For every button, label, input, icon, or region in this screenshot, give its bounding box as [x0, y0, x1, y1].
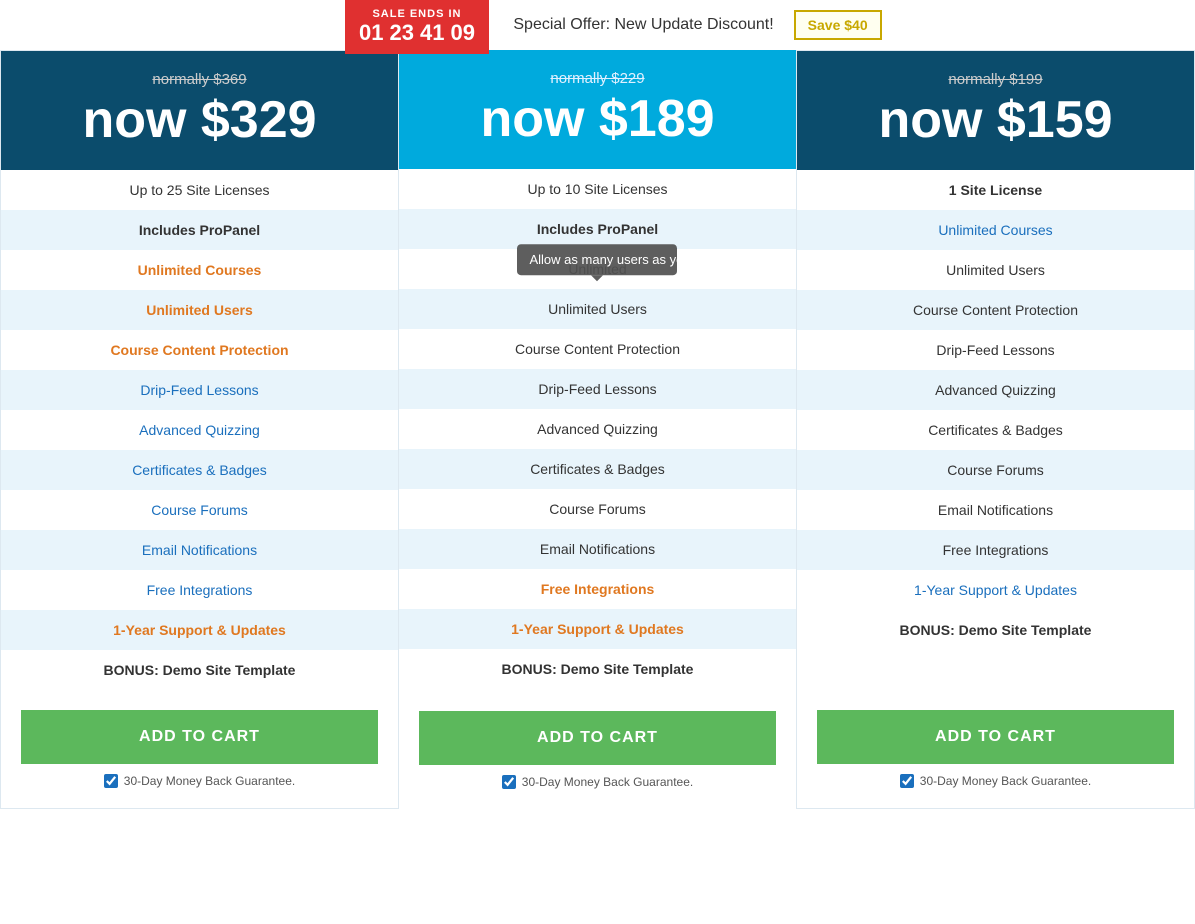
timer-digits: 01 23 41 09 [359, 20, 475, 46]
feature-1-integrations: Free Integrations [797, 530, 1194, 570]
feature-1-quizzing: Advanced Quizzing [797, 370, 1194, 410]
feature-bonus: BONUS: Demo Site Template [1, 650, 398, 690]
feature-1-unlimited-courses: Unlimited Courses [797, 210, 1194, 250]
feature-10-content-protection: Course Content Protection [399, 329, 796, 369]
timer-minutes: 23 [389, 20, 413, 46]
feature-quizzing: Advanced Quizzing [1, 410, 398, 450]
feature-10-propanel: Includes ProPanel [399, 209, 796, 249]
feature-support: 1-Year Support & Updates [1, 610, 398, 650]
plan-1-license: normally $199 now $159 1 Site License Un… [796, 50, 1195, 809]
add-to-cart-button-1[interactable]: ADD TO CART [817, 710, 1174, 764]
pricing-table: normally $369 now now $329$329 Up to 25 … [0, 50, 1195, 809]
add-to-cart-button-10[interactable]: ADD TO CART [419, 711, 776, 765]
top-bar: SALE ENDS IN 01 23 41 09 Special Offer: … [0, 0, 1195, 50]
feature-10-support: 1-Year Support & Updates [399, 609, 796, 649]
sale-timer: SALE ENDS IN 01 23 41 09 [345, 0, 489, 54]
feature-1-support: 1-Year Support & Updates [797, 570, 1194, 610]
feature-10-bonus: BONUS: Demo Site Template [399, 649, 796, 689]
plan-1-footer: ADD TO CART 30-Day Money Back Guarantee. [797, 690, 1194, 808]
plan-10-current-price: now $189 [419, 93, 776, 145]
feature-1-unlimited-users: Unlimited Users [797, 250, 1194, 290]
plan-10-footer: ADD TO CART 30-Day Money Back Guarantee. [399, 691, 796, 809]
feature-10-forums: Course Forums [399, 489, 796, 529]
timer-hours: 01 [359, 20, 383, 46]
plan-10-original-price: normally $229 [419, 70, 776, 87]
feature-unlimited-users: Unlimited Users [1, 290, 398, 330]
plan-1-features: 1 Site License Unlimited Courses Unlimit… [797, 170, 1194, 690]
feature-10-site-licenses: Up to 10 Site Licenses [399, 169, 796, 209]
plan-10-features: Up to 10 Site Licenses Includes ProPanel… [399, 169, 796, 691]
timer-seconds-ones: 09 [450, 20, 474, 46]
guarantee-checkbox-1[interactable] [900, 774, 914, 788]
feature-1-forums: Course Forums [797, 450, 1194, 490]
feature-1-certificates: Certificates & Badges [797, 410, 1194, 450]
feature-integrations: Free Integrations [1, 570, 398, 610]
feature-drip-feed: Drip-Feed Lessons [1, 370, 398, 410]
feature-1-site-license: 1 Site License [797, 170, 1194, 210]
feature-10-unlimited-users: Unlimited Users [399, 289, 796, 329]
feature-propanel: Includes ProPanel [1, 210, 398, 250]
guarantee-checkbox-25[interactable] [104, 774, 118, 788]
plan-25-current-price: now now $329$329 [21, 94, 378, 146]
feature-10-unlimited-courses: Unlimited Allow as many users as you wan… [399, 249, 796, 289]
feature-certificates: Certificates & Badges [1, 450, 398, 490]
plan-1-header: normally $199 now $159 [797, 51, 1194, 170]
plan-10-header: normally $229 now $189 [399, 50, 796, 169]
plan-10-guarantee: 30-Day Money Back Guarantee. [419, 775, 776, 789]
guarantee-checkbox-10[interactable] [502, 775, 516, 789]
guarantee-text-1: 30-Day Money Back Guarantee. [920, 774, 1091, 788]
plan-1-current-price: now $159 [817, 94, 1174, 146]
save-badge: Save $40 [794, 10, 882, 40]
plan-1-original-price: normally $199 [817, 71, 1174, 88]
feature-10-courses-text: Unlimited [568, 261, 626, 277]
feature-forums: Course Forums [1, 490, 398, 530]
feature-10-notifications: Email Notifications [399, 529, 796, 569]
timer-seconds-tens: 41 [420, 20, 444, 46]
feature-10-quizzing: Advanced Quizzing [399, 409, 796, 449]
plan-25-guarantee: 30-Day Money Back Guarantee. [21, 774, 378, 788]
feature-1-notifications: Email Notifications [797, 490, 1194, 530]
feature-10-drip-feed: Drip-Feed Lessons [399, 369, 796, 409]
special-offer-text: Special Offer: New Update Discount! [513, 16, 773, 34]
feature-unlimited-courses: Unlimited Courses [1, 250, 398, 290]
feature-1-content-protection: Course Content Protection [797, 290, 1194, 330]
plan-25-original-price: normally $369 [21, 71, 378, 88]
feature-1-drip-feed: Drip-Feed Lessons [797, 330, 1194, 370]
feature-notifications: Email Notifications [1, 530, 398, 570]
plan-25-header: normally $369 now now $329$329 [1, 51, 398, 170]
feature-10-certificates: Certificates & Badges [399, 449, 796, 489]
feature-1-bonus: BONUS: Demo Site Template [797, 610, 1194, 650]
plan-10-licenses: normally $229 now $189 Up to 10 Site Lic… [399, 50, 796, 809]
plan-1-guarantee: 30-Day Money Back Guarantee. [817, 774, 1174, 788]
plan-25-licenses: normally $369 now now $329$329 Up to 25 … [0, 50, 399, 809]
add-to-cart-button-25[interactable]: ADD TO CART [21, 710, 378, 764]
feature-site-licenses: Up to 25 Site Licenses [1, 170, 398, 210]
plan-25-features: Up to 25 Site Licenses Includes ProPanel… [1, 170, 398, 690]
feature-content-protection: Course Content Protection [1, 330, 398, 370]
guarantee-text-10: 30-Day Money Back Guarantee. [522, 775, 693, 789]
sale-label: SALE ENDS IN [359, 8, 475, 20]
plan-25-footer: ADD TO CART 30-Day Money Back Guarantee. [1, 690, 398, 808]
guarantee-text-25: 30-Day Money Back Guarantee. [124, 774, 295, 788]
tooltip-container: Unlimited Allow as many users as you wan… [568, 261, 626, 277]
feature-10-integrations: Free Integrations [399, 569, 796, 609]
plan-25-now-label: now [82, 91, 200, 149]
